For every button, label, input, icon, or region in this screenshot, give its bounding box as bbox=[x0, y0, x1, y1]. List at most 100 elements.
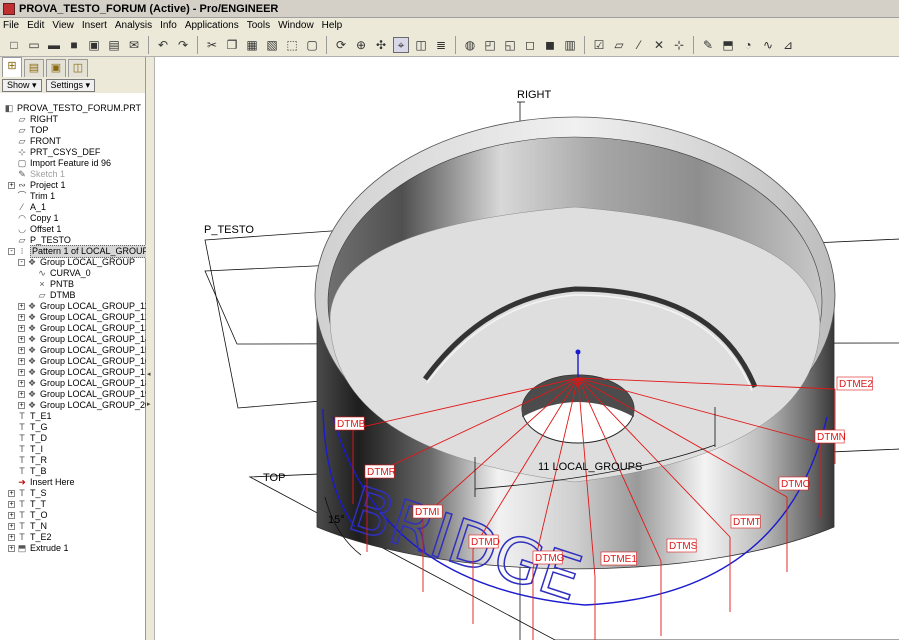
tree-node[interactable]: ▱ RIGHT bbox=[0, 114, 145, 125]
orient-icon[interactable]: ⌖ bbox=[393, 36, 409, 53]
expand-icon[interactable]: + bbox=[8, 182, 15, 189]
favorites-tab[interactable]: ◫ bbox=[68, 59, 88, 77]
print-icon[interactable]: ▤ bbox=[106, 37, 122, 53]
tree-node[interactable]: ▢ Import Feature id 96 bbox=[0, 158, 145, 169]
pane-splitter[interactable]: ◂ ▸ bbox=[146, 57, 155, 640]
menu-analysis[interactable]: Analysis bbox=[112, 20, 157, 31]
expand-icon[interactable]: + bbox=[18, 380, 25, 387]
new-icon[interactable]: □ bbox=[6, 37, 22, 53]
datum-tag-dtme1[interactable]: DTME1 bbox=[600, 551, 637, 566]
redo-icon[interactable]: ↷ bbox=[175, 37, 191, 53]
tree-node[interactable]: + T T_E2 bbox=[0, 532, 145, 543]
tree-node[interactable]: ▱ FRONT bbox=[0, 136, 145, 147]
menu-file[interactable]: File bbox=[0, 20, 24, 31]
datum-point-icon[interactable]: ✕ bbox=[651, 37, 667, 53]
model-view[interactable]: BRIDGE 11 LOCAL_GROUPS 15° RIGHT P_TESTO… bbox=[155, 57, 899, 640]
folder-browser-tab[interactable]: ▤ bbox=[24, 59, 44, 77]
expand-icon[interactable]: + bbox=[8, 545, 15, 552]
tree-node[interactable]: ◡ Offset 1 bbox=[0, 224, 145, 235]
collapse-arrow-icon[interactable]: ◂ bbox=[147, 370, 151, 378]
menu-applications[interactable]: Applications bbox=[182, 20, 244, 31]
tree-node[interactable]: + ❖ Group LOCAL_GROUP_20 bbox=[0, 400, 150, 411]
graphics-window[interactable]: BRIDGE 11 LOCAL_GROUPS 15° RIGHT P_TESTO… bbox=[155, 57, 899, 640]
expand-icon[interactable]: + bbox=[18, 391, 25, 398]
datum-tag-dtmn[interactable]: DTMN bbox=[814, 429, 846, 444]
datum-tag-dtmr[interactable]: DTMR bbox=[364, 464, 396, 479]
tree-node[interactable]: T T_B bbox=[0, 466, 145, 477]
expand-icon[interactable]: + bbox=[18, 358, 25, 365]
menu-tools[interactable]: Tools bbox=[244, 20, 275, 31]
angle-label[interactable]: 15° bbox=[328, 514, 345, 526]
tree-node[interactable]: + ⬒ Extrude 1 bbox=[0, 543, 145, 554]
tree-node[interactable]: ∿ CURVA_0 bbox=[0, 268, 145, 279]
hidden-line-icon[interactable]: ◰ bbox=[482, 37, 498, 53]
menu-view[interactable]: View bbox=[49, 20, 79, 31]
datum-tag-dtmo[interactable]: DTMO bbox=[778, 476, 811, 491]
mail-icon[interactable]: ✉ bbox=[126, 37, 142, 53]
datum-csys-icon[interactable]: ⊹ bbox=[671, 37, 687, 53]
tree-node[interactable]: ⌒ Trim 1 bbox=[0, 191, 145, 202]
save-copy-icon[interactable]: ▣ bbox=[86, 37, 102, 53]
tree-node[interactable]: T T_I bbox=[0, 444, 145, 455]
expand-icon[interactable]: + bbox=[18, 303, 25, 310]
undo-icon[interactable]: ↶ bbox=[155, 37, 171, 53]
repaint-icon[interactable]: ⟳ bbox=[333, 37, 349, 53]
blend-icon[interactable]: ⊿ bbox=[780, 37, 796, 53]
wireframe-icon[interactable]: ◻ bbox=[522, 37, 538, 53]
tree-node[interactable]: ◠ Copy 1 bbox=[0, 213, 145, 224]
collapse-icon[interactable]: - bbox=[8, 248, 15, 255]
tree-node[interactable]: - ⁝ Pattern 1 of LOCAL_GROUP bbox=[0, 245, 151, 258]
tree-node[interactable]: T T_R bbox=[0, 455, 145, 466]
zoom-window-icon[interactable]: ⊕ bbox=[353, 37, 369, 53]
sweep-icon[interactable]: ∿ bbox=[760, 37, 776, 53]
menu-help[interactable]: Help bbox=[319, 20, 348, 31]
expand-icon[interactable]: + bbox=[18, 336, 25, 343]
datum-tag-dtmg[interactable]: DTMG bbox=[532, 550, 565, 565]
no-hidden-icon[interactable]: ◱ bbox=[502, 37, 518, 53]
datum-plane-icon[interactable]: ▱ bbox=[611, 37, 627, 53]
expand-icon[interactable]: + bbox=[18, 325, 25, 332]
tree-node[interactable]: + T T_O bbox=[0, 510, 145, 521]
expand-icon[interactable]: + bbox=[8, 512, 15, 519]
expand-icon[interactable]: + bbox=[18, 369, 25, 376]
tree-node[interactable]: + ❖ Group LOCAL_GROUP_16 bbox=[0, 356, 150, 367]
tree-node[interactable]: × PNTB bbox=[0, 279, 145, 290]
sketch-icon[interactable]: ✎ bbox=[700, 37, 716, 53]
open-icon[interactable]: ▭ bbox=[26, 37, 42, 53]
tree-node[interactable]: + T T_S bbox=[0, 488, 145, 499]
tree-node[interactable]: ➜ Insert Here bbox=[0, 477, 145, 488]
tree-node[interactable]: ⊹ PRT_CSYS_DEF bbox=[0, 147, 145, 158]
pattern-count-label[interactable]: 11 LOCAL_GROUPS bbox=[538, 461, 642, 473]
tree-node[interactable]: + ❖ Group LOCAL_GROUP_12 bbox=[0, 312, 150, 323]
datum-axis-icon[interactable]: ⁄ bbox=[631, 37, 647, 53]
datum-tag-dtmi[interactable]: DTMI bbox=[412, 504, 443, 519]
tree-node[interactable]: + ❖ Group LOCAL_GROUP_15 bbox=[0, 345, 150, 356]
revolve-icon[interactable]: ◔ bbox=[740, 37, 756, 53]
tree-node[interactable]: + ❖ Group LOCAL_GROUP_13 bbox=[0, 323, 150, 334]
shading-icon[interactable]: ◍ bbox=[462, 37, 478, 53]
settings-button[interactable]: Settings ▾ bbox=[45, 78, 96, 92]
model-tree-tab[interactable]: ⊞ bbox=[2, 57, 22, 77]
shaded-icon[interactable]: ◼ bbox=[542, 37, 558, 53]
copy-icon[interactable]: ❐ bbox=[224, 37, 240, 53]
right-plane-label[interactable]: RIGHT bbox=[517, 89, 552, 101]
expand-icon[interactable]: + bbox=[18, 347, 25, 354]
tree-node[interactable]: + T T_T bbox=[0, 499, 145, 510]
menu-info[interactable]: Info bbox=[157, 20, 182, 31]
show-button[interactable]: Show ▾ bbox=[2, 78, 42, 92]
expand-icon[interactable]: + bbox=[8, 534, 15, 541]
extrude-icon[interactable]: ⬒ bbox=[720, 37, 736, 53]
tree-node[interactable]: + ❖ Group LOCAL_GROUP_14 bbox=[0, 334, 150, 345]
tree-node[interactable]: T T_D bbox=[0, 433, 145, 444]
tree-node[interactable]: + ❖ Group LOCAL_GROUP_17 bbox=[0, 367, 150, 378]
expand-icon[interactable]: + bbox=[18, 402, 25, 409]
layers-icon[interactable]: ≣ bbox=[433, 37, 449, 53]
folder-icon[interactable]: ▬ bbox=[46, 37, 62, 53]
datum-tag-dtmd[interactable]: DTMD bbox=[468, 534, 500, 549]
menu-edit[interactable]: Edit bbox=[24, 20, 49, 31]
collapse-icon[interactable]: - bbox=[18, 259, 25, 266]
expand-icon[interactable]: + bbox=[8, 490, 15, 497]
expand-icon[interactable]: + bbox=[18, 314, 25, 321]
select-icon[interactable]: ⬚ bbox=[284, 37, 300, 53]
tree-node[interactable]: + ∾ Project 1 bbox=[0, 180, 145, 191]
